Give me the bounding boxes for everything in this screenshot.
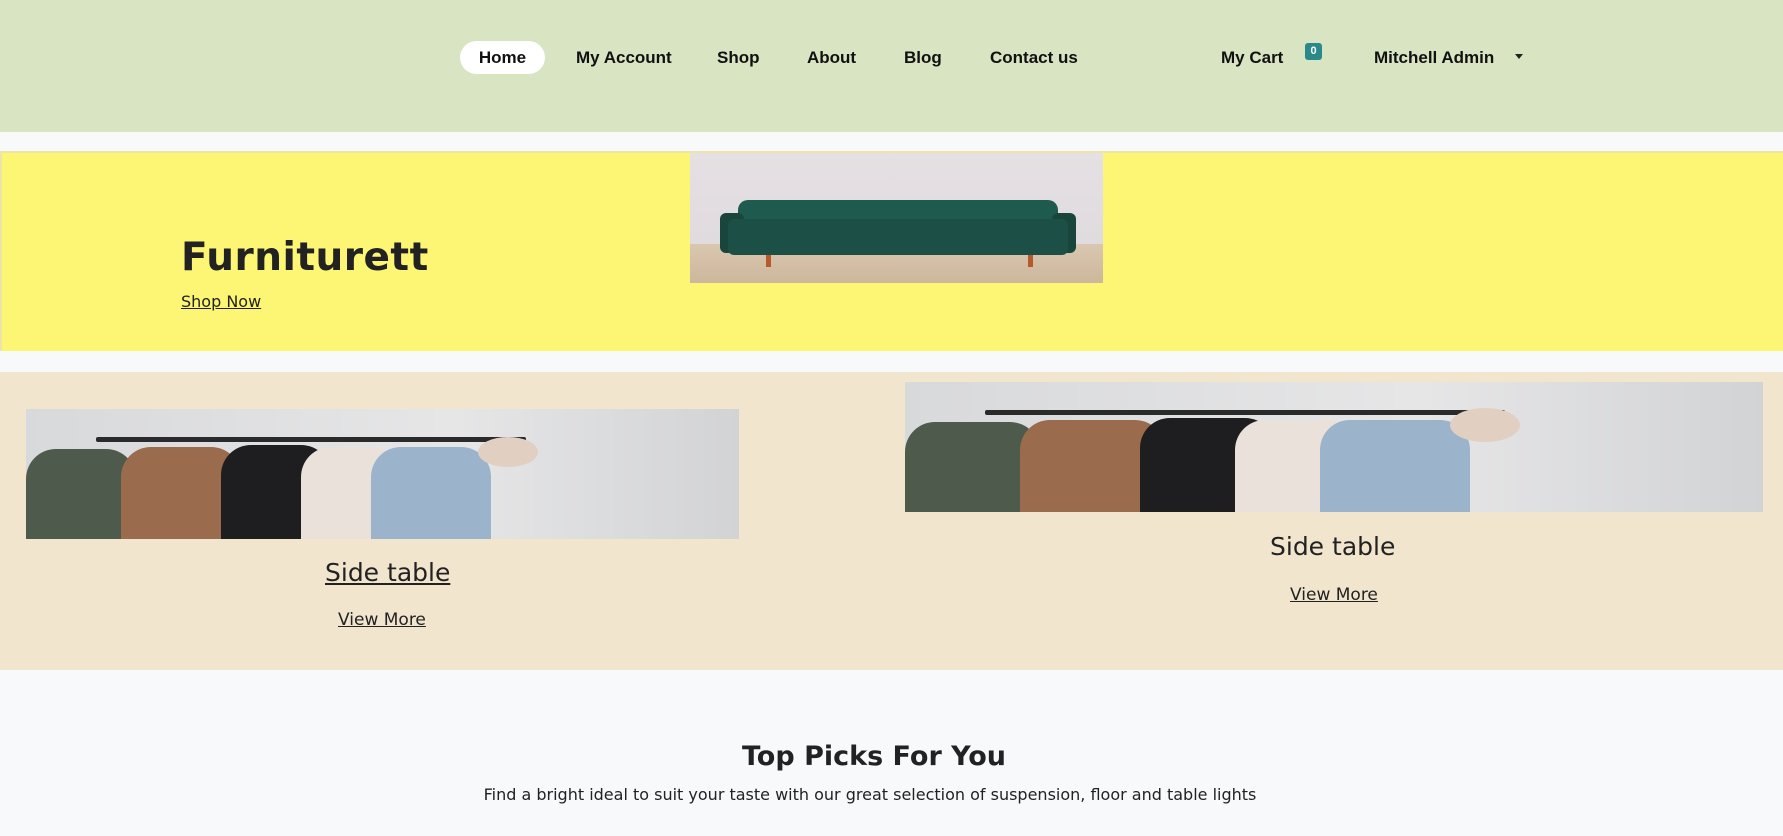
nav-shop[interactable]: Shop (717, 41, 760, 74)
nav-home[interactable]: Home (460, 41, 545, 74)
sofa-leg (1028, 255, 1033, 267)
category-title: Side table (1270, 532, 1396, 561)
hat (1450, 408, 1520, 442)
cart-link[interactable]: My Cart (1221, 41, 1283, 74)
cart-count-badge: 0 (1305, 43, 1322, 60)
hat (478, 437, 538, 467)
sofa-image (690, 153, 1103, 283)
caret-down-icon[interactable] (1515, 54, 1523, 59)
site-header: Home My Account Shop About Blog Contact … (0, 0, 1783, 132)
top-picks-title: Top Picks For You (741, 741, 1007, 772)
hero-title: Furniturett (181, 235, 429, 280)
coat-denim (1320, 420, 1470, 512)
rack-bar (96, 437, 526, 442)
nav-blog[interactable]: Blog (904, 41, 942, 74)
view-more-link[interactable]: View More (338, 610, 426, 630)
user-menu[interactable]: Mitchell Admin (1374, 41, 1494, 74)
top-picks-subtitle: Find a bright ideal to suit your taste w… (483, 785, 1257, 804)
nav-about[interactable]: About (807, 41, 856, 74)
hero-banner: Furniturett Shop Now (0, 151, 1783, 351)
nav-my-account[interactable]: My Account (576, 41, 672, 74)
sofa-leg (766, 255, 771, 267)
nav-contact-us[interactable]: Contact us (990, 41, 1078, 74)
shop-now-link[interactable]: Shop Now (181, 292, 261, 311)
sofa-seat (728, 219, 1068, 255)
rack-bar (985, 410, 1505, 415)
clothes-rack-image (905, 382, 1763, 512)
coat-denim (371, 447, 491, 539)
category-title-link[interactable]: Side table (325, 558, 450, 587)
coat-green (26, 449, 136, 539)
clothes-rack-image (26, 409, 739, 539)
view-more-link[interactable]: View More (1290, 585, 1378, 605)
category-section: Side table View More Side table View Mor… (0, 372, 1783, 670)
